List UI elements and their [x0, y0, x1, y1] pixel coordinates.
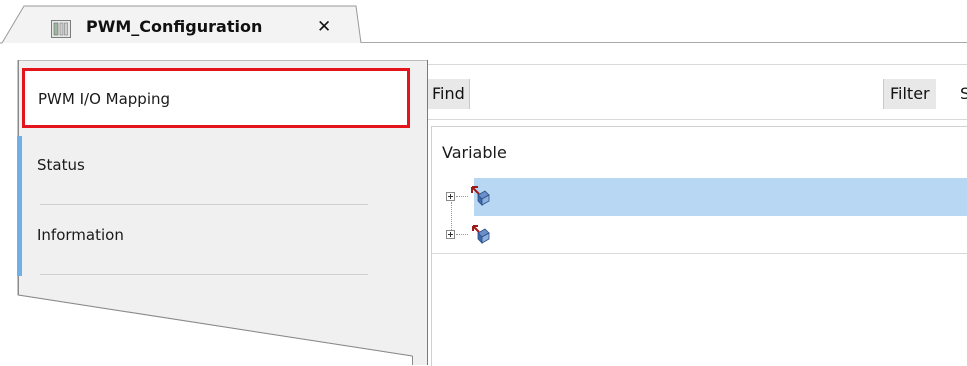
sidetab-separator	[40, 274, 368, 275]
tree-connector	[456, 196, 468, 197]
sidetab-label: Information	[37, 226, 124, 244]
find-filter-bar: Find Filter S	[428, 64, 967, 120]
row-highlight	[474, 178, 967, 216]
row-highlight	[474, 216, 967, 253]
table-row[interactable]	[432, 216, 967, 254]
tabstrip-baseline	[361, 42, 967, 43]
variable-mapping-grid: Variable	[431, 126, 967, 366]
find-button[interactable]: Find	[428, 79, 470, 109]
output-channel-icon	[471, 186, 490, 206]
device-config-icon	[51, 20, 71, 38]
table-row[interactable]	[432, 178, 967, 234]
filter-button[interactable]: Filter	[883, 79, 936, 109]
expand-plus-icon[interactable]	[446, 230, 455, 239]
sidetab-status[interactable]: Status	[17, 136, 410, 206]
sidetab-label: Status	[37, 156, 85, 174]
tree-connector	[456, 234, 468, 235]
filter-dropdown[interactable]: S	[960, 79, 967, 109]
find-input[interactable]	[476, 79, 874, 109]
sidetab-separator	[40, 204, 368, 205]
column-header-variable[interactable]: Variable	[442, 143, 507, 162]
sidetab-pwm-io-mapping[interactable]: PWM I/O Mapping	[22, 68, 410, 128]
sidetab-accent	[17, 206, 22, 276]
input-channel-icon	[472, 225, 490, 244]
expand-plus-icon[interactable]	[446, 192, 455, 201]
sidetab-label: PWM I/O Mapping	[38, 90, 171, 108]
close-icon[interactable]: ✕	[317, 18, 333, 36]
sidetab-information[interactable]: Information	[17, 206, 410, 276]
sidetab-accent	[17, 136, 22, 206]
editor-tab-title[interactable]: PWM_Configuration	[86, 17, 262, 36]
editor-tabstrip: PWM_Configuration ✕	[0, 0, 967, 44]
